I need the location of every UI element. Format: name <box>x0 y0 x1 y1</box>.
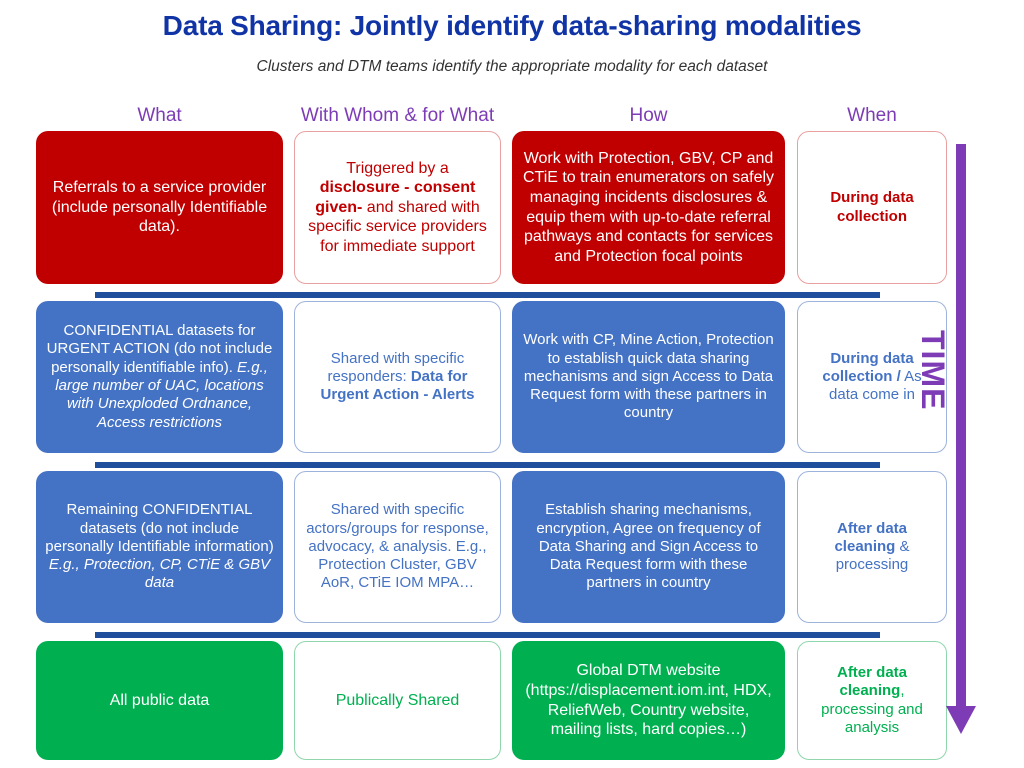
slide-canvas: Data Sharing: Jointly identify data-shar… <box>0 0 1024 768</box>
cell-what-row4: All public data <box>36 641 283 760</box>
cell-what-row1: Referrals to a service provider (include… <box>36 131 283 284</box>
column-header-what: What <box>137 105 182 126</box>
time-axis-label: TIME <box>915 330 951 411</box>
cell-how-row3: Establish sharing mechanisms, encryption… <box>512 471 785 623</box>
cell-when-row3: After data cleaning & processing <box>797 471 947 623</box>
column-header-with-whom: With Whom & for What <box>300 105 495 126</box>
time-arrow-shaft <box>956 144 966 714</box>
cell-what-row3: Remaining CONFIDENTIAL datasets (do not … <box>36 471 283 623</box>
cell-with-whom-row1: Triggered by a disclosure - consent give… <box>294 131 501 284</box>
time-arrow-head-icon <box>946 706 976 734</box>
column-header-how: How <box>629 105 668 126</box>
row-divider-1 <box>95 292 880 298</box>
cell-how-row1: Work with Protection, GBV, CP and CTiE t… <box>512 131 785 284</box>
cell-how-row2: Work with CP, Mine Action, Protection to… <box>512 301 785 453</box>
cell-with-whom-row4: Publically Shared <box>294 641 501 760</box>
column-header-when: When <box>847 105 897 126</box>
cell-how-row4: Global DTM website (https://displacement… <box>512 641 785 760</box>
cell-with-whom-row3: Shared with specific actors/groups for r… <box>294 471 501 623</box>
cell-with-whom-row2: Shared with specific responders: Data fo… <box>294 301 501 453</box>
page-title: Data Sharing: Jointly identify data-shar… <box>162 10 862 41</box>
page-subtitle: Clusters and DTM teams identify the appr… <box>256 58 768 75</box>
cell-what-row2: CONFIDENTIAL datasets for URGENT ACTION … <box>36 301 283 453</box>
cell-when-row1: During data collection <box>797 131 947 284</box>
cell-when-row4: After data cleaning, processing and anal… <box>797 641 947 760</box>
row-divider-3 <box>95 632 880 638</box>
row-divider-2 <box>95 462 880 468</box>
